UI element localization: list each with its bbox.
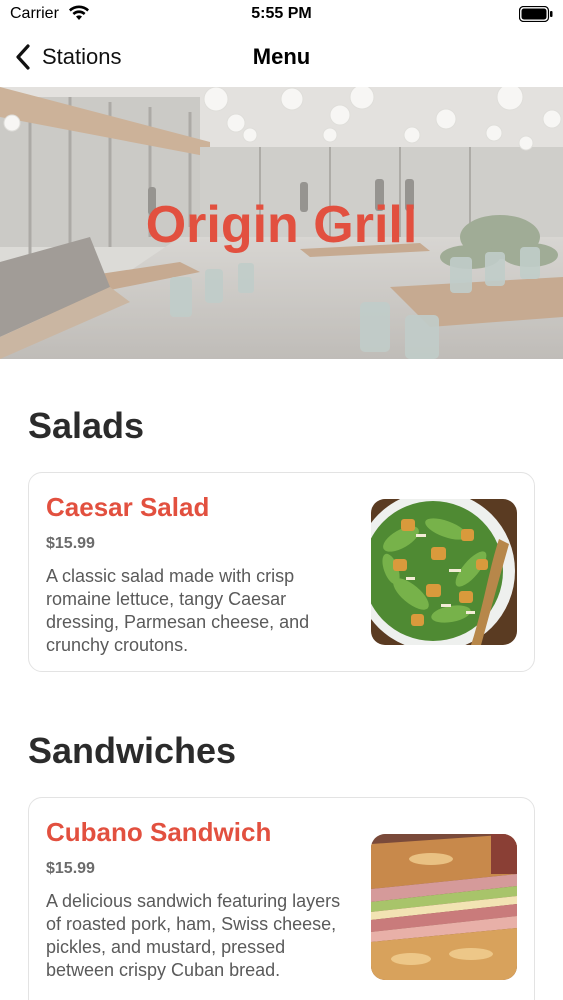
section-title-salads: Salads — [28, 405, 145, 446]
station-hero-banner: Origin Grill — [0, 87, 563, 359]
menu-item-card[interactable]: Cubano Sandwich $15.99 A delicious sandw… — [28, 797, 535, 1000]
navigation-bar: Stations Menu — [0, 30, 563, 87]
item-name: Cubano Sandwich — [46, 817, 272, 847]
item-description: A classic salad made with crisp romaine … — [46, 566, 310, 655]
status-bar: Carrier 5:55 PM — [0, 0, 563, 30]
battery-icon — [519, 6, 553, 22]
clock: 5:55 PM — [251, 5, 312, 22]
item-price: $15.99 — [46, 860, 95, 877]
menu-screen: Carrier 5:55 PM Stations Menu Origin Gri… — [0, 0, 563, 1000]
item-price: $15.99 — [46, 535, 95, 552]
item-name: Caesar Salad — [46, 492, 210, 522]
caesar-salad-photo — [371, 499, 517, 645]
item-description: A delicious sandwich featuring layers of… — [46, 891, 341, 980]
section-title-sandwiches: Sandwiches — [28, 730, 237, 771]
cubano-sandwich-photo — [371, 834, 517, 980]
menu-item-card[interactable]: Caesar Salad $15.99 A classic salad made… — [28, 472, 535, 672]
page-title: Menu — [252, 44, 311, 69]
station-name: Origin Grill — [145, 196, 418, 254]
